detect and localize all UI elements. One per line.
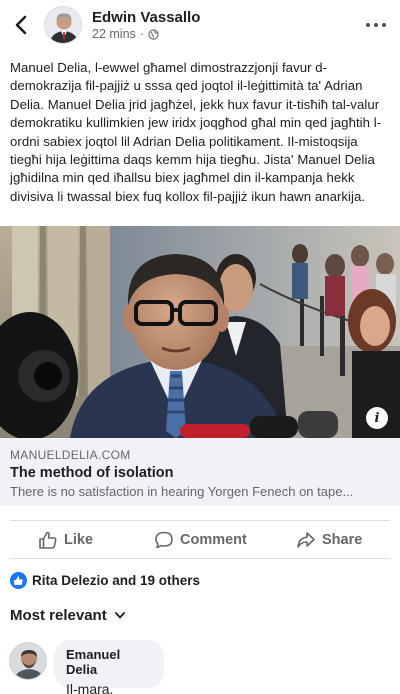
comment-text: Il-mara.: [66, 681, 114, 694]
divider: [10, 558, 390, 559]
more-options-button[interactable]: [366, 18, 386, 32]
comment-button[interactable]: Comment: [154, 522, 247, 558]
link-domain: MANUELDELIA.COM: [10, 448, 131, 462]
meta-separator: ·: [139, 27, 144, 41]
globe-icon: [148, 28, 159, 40]
post-body: Manuel Delia, l-ewwel għamel dimostrazzj…: [10, 60, 382, 204]
thumbs-up-icon: [39, 531, 57, 549]
link-description: There is no satisfaction in hearing Yorg…: [10, 484, 354, 499]
more-dots-icon: [366, 23, 370, 27]
comment-bubble[interactable]: Emanuel Delia Il-mara.: [54, 640, 164, 694]
post-time[interactable]: 22 mins: [92, 27, 136, 41]
link-preview-card[interactable]: MANUELDELIA.COM The method of isolation …: [0, 438, 400, 506]
reactions-summary[interactable]: Rita Delezio and 19 others: [10, 570, 200, 590]
post-meta: 22 mins ·: [92, 27, 159, 41]
author-avatar[interactable]: [44, 6, 82, 44]
post-header: Edwin Vassallo 22 mins ·: [0, 0, 400, 52]
link-title: The method of isolation: [10, 465, 174, 481]
chevron-down-icon: [114, 612, 125, 619]
comment-bubble-icon: [155, 531, 173, 549]
commenter-avatar[interactable]: [9, 642, 47, 680]
link-preview-image[interactable]: i: [0, 226, 400, 438]
comment-sort-dropdown[interactable]: Most relevant: [10, 607, 125, 624]
comment-label: Comment: [180, 532, 247, 548]
back-arrow-icon: [15, 15, 27, 35]
like-button[interactable]: Like: [38, 522, 93, 558]
divider: [10, 520, 390, 521]
info-icon[interactable]: i: [366, 407, 388, 429]
like-label: Like: [64, 532, 94, 548]
commenter-name[interactable]: Emanuel Delia: [66, 647, 152, 677]
reactions-text: Rita Delezio and 19 others: [32, 572, 201, 588]
sort-label: Most relevant: [10, 607, 107, 624]
share-arrow-icon: [297, 532, 315, 548]
like-reaction-icon: [10, 571, 27, 589]
press-scrum-photo: [0, 226, 400, 438]
share-label: Share: [322, 532, 363, 548]
share-button[interactable]: Share: [296, 522, 362, 558]
author-name[interactable]: Edwin Vassallo: [92, 9, 200, 26]
post-actions-bar: Like Comment Share: [0, 522, 400, 558]
back-button[interactable]: [10, 12, 32, 38]
